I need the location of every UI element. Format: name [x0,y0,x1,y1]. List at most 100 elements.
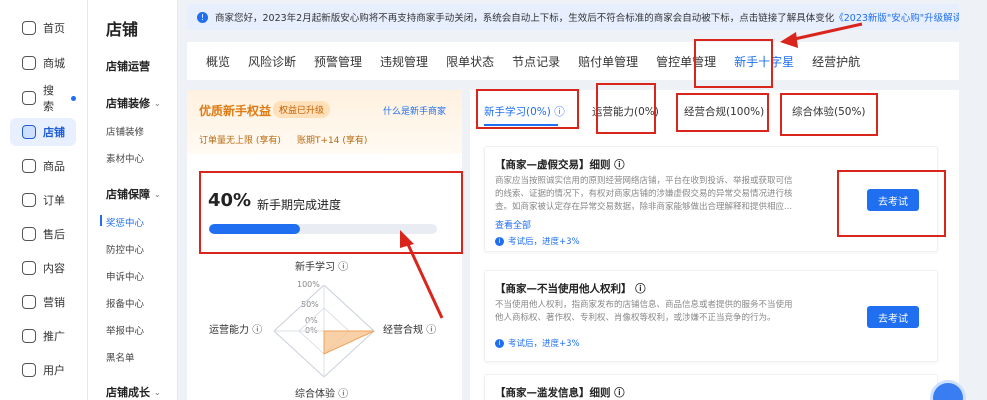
subnav-item-report[interactable]: 举报中心 [106,323,144,337]
goods-icon [22,159,36,173]
rail-item-home[interactable]: 首页 [10,14,76,42]
rail-label: 商城 [43,57,65,70]
tab-node-record[interactable]: 节点记录 [503,53,569,70]
main-tabs: 概览 风险诊断 预警管理 违规管理 限单状态 节点记录 赔付单管理 管控单管理 … [187,42,959,80]
benefit-order-limit: 订单量无上限 (享有) [199,136,281,146]
rail-label: 用户 [43,364,65,377]
benefit-badge: 权益已升级 [273,101,331,118]
subnav-title: 店铺 [106,20,139,39]
help-icon[interactable]: ⓘ [614,159,625,171]
marketing-icon [22,295,36,309]
subnav-item-prevention[interactable]: 防控中心 [106,242,144,256]
rail-item-store[interactable]: 商城 [10,49,76,77]
store-icon [22,56,36,70]
rail-item-marketing[interactable]: 营销 [10,288,76,316]
help-icon[interactable]: ⓘ [338,389,348,400]
subnav-group-protection[interactable]: 店铺保障 ⌄ [106,186,161,202]
user-icon [22,363,36,377]
help-icon[interactable]: ⓘ [635,283,646,295]
task-item: 【商家—不当使用他人权利】 ⓘ 不当使用他人权利，指商家发布的店铺信息、商品信息… [484,270,938,362]
help-icon[interactable]: ⓘ [252,325,262,336]
info-icon: ! [197,11,208,23]
tab-order-limit[interactable]: 限单状态 [437,53,503,70]
rail-item-goods[interactable]: 商品 [10,152,76,180]
notice-text: 商家您好，2023年2月起新版安心购将不再支持商家手动关闭，系统会自动上下标，生… [215,13,835,24]
subnav-item-blacklist[interactable]: 黑名单 [106,350,135,364]
task-item: 【商家—滥发信息】细则 ⓘ [484,374,938,400]
chevron-down-icon: ⌄ [154,98,161,108]
notification-dot [71,95,76,101]
radar-axis-label: 运营能力 ⓘ [209,325,263,336]
task-description: 不当使用他人权利，指商家发布的店铺信息、商品信息或者提供的服务不当使用他人商标权… [495,300,793,323]
task-title: 【商家—虚假交易】细则 ⓘ [495,159,625,171]
rail-label: 商品 [43,160,65,173]
help-icon[interactable]: ⓘ [338,262,348,273]
task-hint: i 考试后，进度+3% [495,337,580,349]
subnav-group-decoration[interactable]: 店铺装修 ⌄ [106,95,161,111]
info-icon: i [495,338,504,348]
radar-axis-label: 经营合规 ⓘ [383,325,437,336]
home-icon [22,21,36,35]
chevron-down-icon: ⌄ [154,387,161,397]
shop-icon [22,125,36,139]
take-exam-button[interactable]: 去考试 [867,306,919,328]
subnav-group-label: 店铺成长 [106,386,150,399]
radar-value-area [323,330,375,355]
rail-item-user[interactable]: 用户 [10,356,76,384]
benefit-panel: 优质新手权益 权益已升级 什么是新手商家 订单量无上限 (享有) 账期T+14 … [187,90,462,154]
help-icon[interactable]: ⓘ [614,387,625,399]
help-icon[interactable]: ⓘ [426,325,436,336]
task-description: 商家应当按照诚实信用的原则经营网络店铺，平台在收到投诉、举报或获取可信的线索、证… [495,176,793,212]
subnav-item-reward[interactable]: 奖惩中心 [106,215,144,229]
annotation-box [676,93,769,132]
subnav-group-label: 店铺保障 [106,188,150,201]
radar-chart [273,285,375,378]
rail-label: 订单 [43,194,65,207]
benefit-settlement: 账期T+14 (享有) [297,136,368,146]
rail-item-search[interactable]: 搜索 [10,84,76,113]
rail-label: 营销 [43,296,65,309]
rail-item-content[interactable]: 内容 [10,254,76,282]
view-all-link[interactable]: 查看全部 [495,218,531,231]
rail-item-aftersale[interactable]: 售后 [10,220,76,248]
tab-overview[interactable]: 概览 [197,53,239,70]
tab-escort[interactable]: 经营护航 [803,53,869,70]
subnav-item-appeal[interactable]: 申诉中心 [106,269,144,283]
order-icon [22,193,36,207]
chevron-down-icon: ⌄ [154,189,161,199]
task-title: 【商家—滥发信息】细则 ⓘ [495,387,625,399]
subnav-group-growth[interactable]: 店铺成长 ⌄ [106,384,161,400]
task-title: 【商家—不当使用他人权利】 ⓘ [495,283,646,295]
tab-violation[interactable]: 违规管理 [371,53,437,70]
annotation-box [596,83,656,134]
tab-warning[interactable]: 预警管理 [305,53,371,70]
rail-item-promote[interactable]: 推广 [10,322,76,350]
rail-label: 搜索 [43,84,54,113]
subnav-item-decoration[interactable]: 店铺装修 [106,124,144,138]
subnav-item-material[interactable]: 素材中心 [106,151,144,165]
search-icon [22,91,36,105]
aftersale-icon [22,227,36,241]
annotation-box [780,93,878,136]
annotation-box [694,39,773,88]
rail-label: 内容 [43,262,65,275]
annotation-box [476,89,579,129]
rail-label: 店铺 [43,126,65,139]
annotation-box [199,171,463,254]
current-indicator [100,215,102,226]
what-is-novice-link[interactable]: 什么是新手商家 [383,104,446,117]
tab-risk-diagnosis[interactable]: 风险诊断 [239,53,305,70]
tab-compensation[interactable]: 赔付单管理 [569,53,647,70]
promote-icon [22,329,36,343]
shop-subnav: 店铺 店铺运营 店铺装修 ⌄ 店铺装修 素材中心 店铺保障 ⌄ 奖惩中心 防控中心 … [88,0,178,400]
notice-link[interactable]: 《2023新版"安心购"升级解读》 [834,10,959,24]
subnav-item-report-filing[interactable]: 报备中心 [106,296,144,310]
rail-item-shop[interactable]: 店铺 [10,118,76,146]
rail-label: 首页 [43,22,65,35]
info-icon: i [495,236,504,246]
benefit-title: 优质新手权益 [199,104,272,118]
subnav-group-operation[interactable]: 店铺运营 [106,58,150,74]
annotation-box [837,170,946,237]
left-rail: 首页 商城 搜索 店铺 商品 订单 售后 内容 营销 推广 用户 [0,0,88,400]
rail-item-order[interactable]: 订单 [10,186,76,214]
